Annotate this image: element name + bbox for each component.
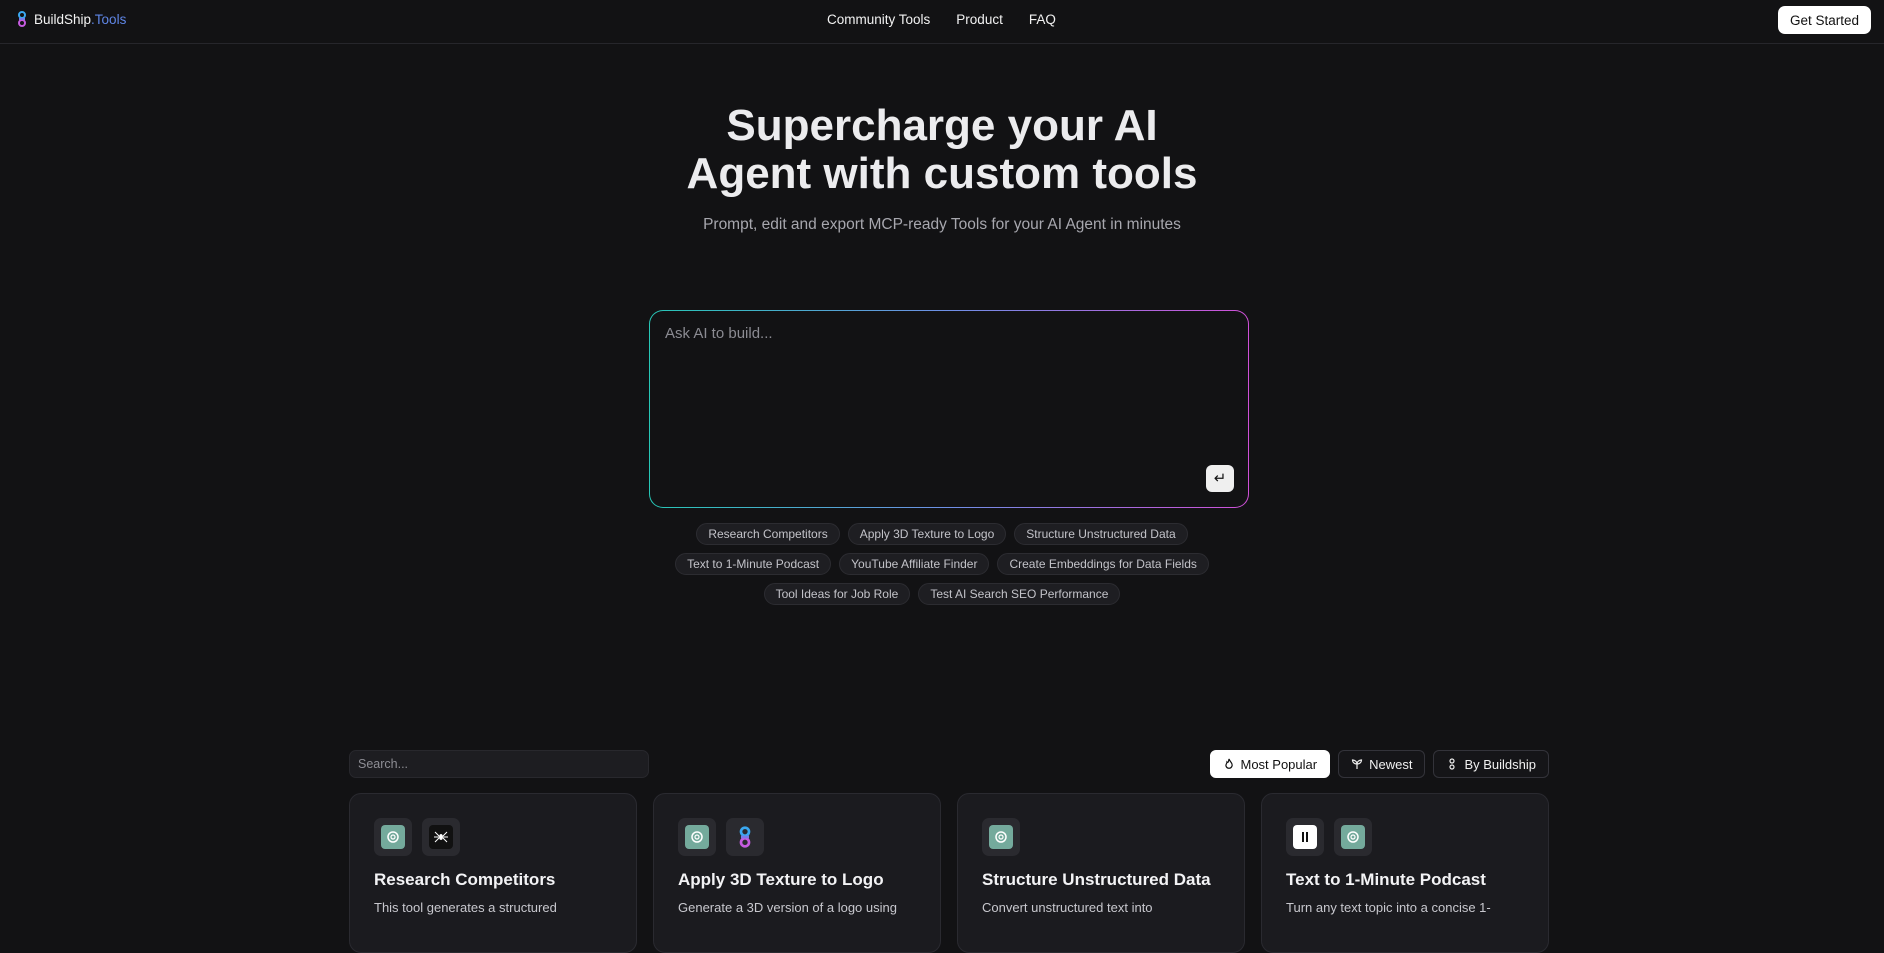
chip-research-competitors[interactable]: Research Competitors: [696, 523, 840, 545]
prompt-inner: ↵: [650, 311, 1248, 507]
filter-label: By Buildship: [1464, 756, 1536, 772]
prompt-box: ↵: [649, 310, 1249, 508]
card-description: Turn any text topic into a concise 1-: [1286, 900, 1491, 915]
tool-card[interactable]: Apply 3D Texture to Logo Generate a 3D v…: [653, 793, 941, 953]
tool-card[interactable]: Structure Unstructured Data Convert unst…: [957, 793, 1245, 953]
enter-icon: ↵: [1213, 470, 1227, 487]
main-nav: Community Tools Product FAQ: [827, 12, 1056, 27]
hero-subtitle: Prompt, edit and export MCP-ready Tools …: [703, 216, 1181, 233]
tools-search-input[interactable]: [349, 750, 649, 778]
get-started-button[interactable]: Get Started: [1777, 6, 1871, 34]
filter-label: Most Popular: [1240, 756, 1318, 772]
nav-product[interactable]: Product: [956, 12, 1003, 27]
filter-by-buildship[interactable]: By Buildship: [1433, 750, 1549, 778]
card-icons: [982, 818, 1220, 856]
chip-apply-3d-texture[interactable]: Apply 3D Texture to Logo: [847, 523, 1007, 545]
suggestion-chips: Research Competitors Apply 3D Texture to…: [0, 523, 1884, 613]
top-navbar: BuildShip .Tools Community Tools Product …: [0, 0, 1884, 44]
chip-row: Text to 1-Minute Podcast YouTube Affilia…: [0, 553, 1884, 575]
tool-card[interactable]: Research Competitors This tool generates…: [349, 793, 637, 953]
chip-text-to-podcast[interactable]: Text to 1-Minute Podcast: [675, 553, 832, 575]
buildship-icon: [726, 818, 764, 856]
hero-title-line2: Agent with custom tools: [686, 149, 1198, 198]
spider-icon: [422, 818, 460, 856]
submit-prompt-button[interactable]: ↵: [1206, 465, 1234, 492]
brand-name: BuildShip: [34, 11, 92, 27]
chip-row: Research Competitors Apply 3D Texture to…: [0, 523, 1884, 545]
flame-icon: [1224, 758, 1233, 769]
card-icons: [678, 818, 916, 856]
openai-icon: [678, 818, 716, 856]
chip-structure-data[interactable]: Structure Unstructured Data: [1014, 523, 1188, 545]
sprout-icon: [1351, 759, 1363, 769]
chip-test-seo[interactable]: Test AI Search SEO Performance: [918, 583, 1121, 605]
buildship-logo-icon: [18, 11, 26, 27]
hero-title-line1: Supercharge your AI: [726, 101, 1158, 150]
brand-suffix: .Tools: [91, 11, 127, 27]
filter-label: Newest: [1369, 756, 1413, 772]
chip-create-embeddings[interactable]: Create Embeddings for Data Fields: [997, 553, 1209, 575]
hero-title: Supercharge your AI Agent with custom to…: [0, 102, 1884, 198]
card-description: Generate a 3D version of a logo using: [678, 900, 897, 915]
openai-icon: [982, 818, 1020, 856]
chip-row: Tool Ideas for Job Role Test AI Search S…: [0, 583, 1884, 605]
card-title: Research Competitors: [374, 870, 556, 889]
card-icons: [374, 818, 612, 856]
card-title: Apply 3D Texture to Logo: [678, 870, 884, 889]
brand-logo[interactable]: BuildShip .Tools: [16, 11, 126, 27]
nav-community-tools[interactable]: Community Tools: [827, 12, 930, 27]
openai-icon: [374, 818, 412, 856]
openai-icon: [1334, 818, 1372, 856]
card-description: This tool generates a structured: [374, 900, 557, 915]
nav-faq[interactable]: FAQ: [1029, 12, 1056, 27]
elevenlabs-icon: [1286, 818, 1324, 856]
buildship-icon: [1449, 758, 1456, 770]
tool-cards: Research Competitors This tool generates…: [349, 793, 1549, 953]
tool-card[interactable]: Text to 1-Minute Podcast Turn any text t…: [1261, 793, 1549, 953]
prompt-input[interactable]: [665, 325, 1225, 445]
card-title: Text to 1-Minute Podcast: [1286, 870, 1486, 889]
filter-most-popular[interactable]: Most Popular: [1209, 750, 1331, 778]
chip-tool-ideas[interactable]: Tool Ideas for Job Role: [763, 583, 911, 605]
card-description: Convert unstructured text into: [982, 900, 1153, 915]
sort-filters: Most Popular Newest By Buildship: [1209, 750, 1549, 778]
filter-newest[interactable]: Newest: [1338, 750, 1426, 778]
chip-youtube-affiliate[interactable]: YouTube Affiliate Finder: [839, 553, 990, 575]
card-icons: [1286, 818, 1524, 856]
card-title: Structure Unstructured Data: [982, 870, 1211, 889]
